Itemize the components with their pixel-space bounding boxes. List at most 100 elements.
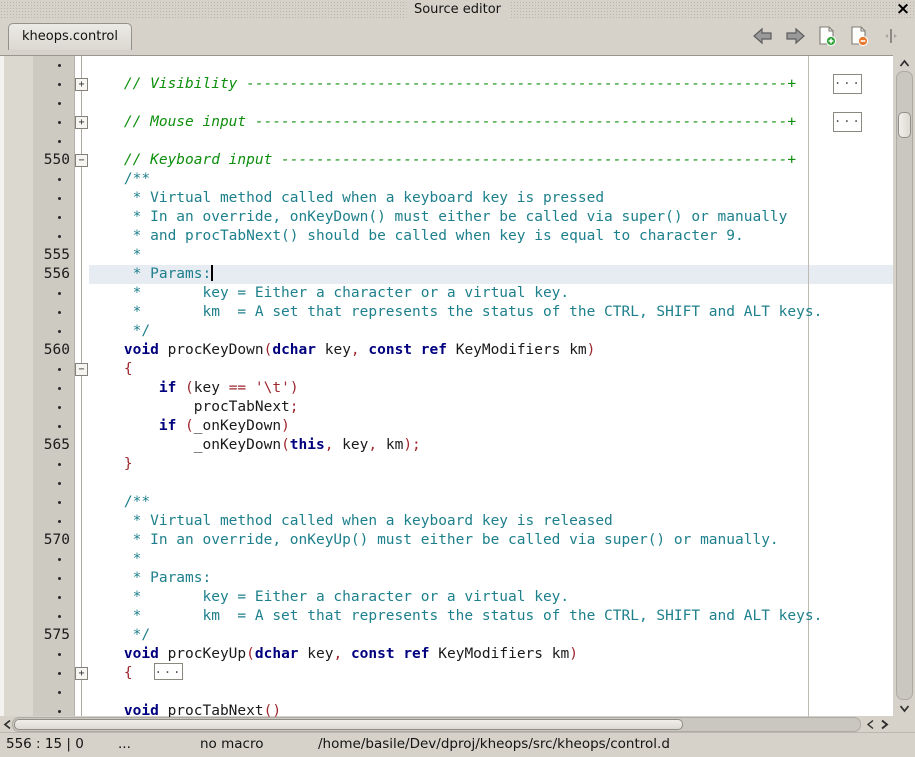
gutter-strip bbox=[0, 569, 33, 588]
code-line[interactable]: * km = A set that represents the status … bbox=[0, 303, 893, 322]
code-text[interactable]: // Keyboard input ----------------------… bbox=[89, 151, 893, 170]
code-text[interactable]: // Mouse input -------------------------… bbox=[89, 113, 893, 132]
code-text[interactable]: /** bbox=[89, 170, 893, 189]
code-text[interactable] bbox=[89, 474, 893, 493]
code-text[interactable]: _onKeyDown(this, key, km); bbox=[89, 436, 893, 455]
code-line[interactable]: 565 _onKeyDown(this, key, km); bbox=[0, 436, 893, 455]
code-line[interactable]: * Params: bbox=[0, 569, 893, 588]
new-document-button[interactable] bbox=[815, 24, 839, 48]
tab-kheops-control[interactable]: kheops.control bbox=[8, 23, 132, 50]
code-text[interactable]: * key = Either a character or a virtual … bbox=[89, 284, 893, 303]
close-icon[interactable]: × bbox=[895, 0, 911, 20]
code-text[interactable]: * Virtual method called when a keyboard … bbox=[89, 512, 893, 531]
code-line[interactable]: void procTabNext() bbox=[0, 702, 893, 717]
code-text[interactable]: if (key == '\t') bbox=[89, 379, 893, 398]
code-text[interactable]: * In an override, onKeyDown() must eithe… bbox=[89, 208, 893, 227]
code-text[interactable]: * Params: bbox=[89, 569, 893, 588]
code-text[interactable] bbox=[89, 56, 893, 75]
code-line[interactable] bbox=[0, 94, 893, 113]
code-text[interactable]: * In an override, onKeyUp() must either … bbox=[89, 531, 893, 550]
code-text[interactable]: * key = Either a character or a virtual … bbox=[89, 588, 893, 607]
code-line[interactable]: if (key == '\t') bbox=[0, 379, 893, 398]
code-text[interactable]: * bbox=[89, 246, 893, 265]
code-line[interactable]: + {... bbox=[0, 664, 893, 683]
code-line[interactable]: /** bbox=[0, 493, 893, 512]
vertical-scroll-thumb[interactable] bbox=[898, 112, 911, 138]
code-line[interactable] bbox=[0, 474, 893, 493]
fold-collapse-icon[interactable]: − bbox=[75, 363, 88, 376]
code-line[interactable] bbox=[0, 683, 893, 702]
collapsed-code-icon[interactable]: ... bbox=[833, 74, 862, 94]
fold-collapse-icon[interactable]: − bbox=[75, 154, 88, 167]
code-text[interactable]: {... bbox=[89, 664, 893, 683]
code-line[interactable] bbox=[0, 56, 893, 75]
fold-expand-icon[interactable]: + bbox=[75, 78, 88, 91]
vertical-scrollbar[interactable] bbox=[893, 55, 915, 716]
code-line[interactable]: */ bbox=[0, 322, 893, 341]
code-line[interactable]: * bbox=[0, 550, 893, 569]
code-text[interactable]: * km = A set that represents the status … bbox=[89, 303, 893, 322]
code-line[interactable]: /** bbox=[0, 170, 893, 189]
vertical-scroll-track[interactable] bbox=[896, 71, 913, 700]
code-text[interactable]: if (_onKeyDown) bbox=[89, 417, 893, 436]
fold-margin bbox=[75, 455, 89, 474]
code-text[interactable] bbox=[89, 132, 893, 151]
collapsed-code-icon[interactable]: ... bbox=[154, 663, 183, 680]
code-text[interactable]: procTabNext; bbox=[89, 398, 893, 417]
code-text[interactable]: */ bbox=[89, 626, 893, 645]
code-line[interactable]: 556 * Params: bbox=[0, 265, 893, 284]
code-text[interactable]: * km = A set that represents the status … bbox=[89, 607, 893, 626]
code-line[interactable]: void procKeyUp(dchar key, const ref KeyM… bbox=[0, 645, 893, 664]
horizontal-scrollbar[interactable] bbox=[0, 716, 893, 732]
code-text[interactable]: { bbox=[89, 360, 893, 379]
fold-expand-icon[interactable]: + bbox=[75, 667, 88, 680]
code-line[interactable]: * key = Either a character or a virtual … bbox=[0, 588, 893, 607]
code-editor[interactable]: + // Visibility ------------------------… bbox=[0, 55, 893, 717]
line-dot-icon bbox=[58, 330, 61, 333]
scroll-down-icon[interactable] bbox=[893, 700, 915, 716]
code-line[interactable]: 575 */ bbox=[0, 626, 893, 645]
code-text[interactable] bbox=[89, 683, 893, 702]
code-text[interactable]: // Visibility --------------------------… bbox=[89, 75, 893, 94]
fold-expand-icon[interactable]: + bbox=[75, 116, 88, 129]
scroll-right-icon[interactable] bbox=[877, 716, 891, 732]
code-line[interactable]: * In an override, onKeyDown() must eithe… bbox=[0, 208, 893, 227]
code-text[interactable]: void procKeyUp(dchar key, const ref KeyM… bbox=[89, 645, 893, 664]
code-line[interactable]: * Virtual method called when a keyboard … bbox=[0, 189, 893, 208]
code-line[interactable]: if (_onKeyDown) bbox=[0, 417, 893, 436]
code-text[interactable]: * Virtual method called when a keyboard … bbox=[89, 189, 893, 208]
horizontal-scroll-thumb[interactable] bbox=[14, 719, 683, 730]
code-line[interactable]: − { bbox=[0, 360, 893, 379]
code-line[interactable]: 570 * In an override, onKeyUp() must eit… bbox=[0, 531, 893, 550]
code-line[interactable]: + // Mouse input -----------------------… bbox=[0, 113, 893, 132]
detach-split-button[interactable] bbox=[879, 24, 903, 48]
code-line[interactable]: 560 void procKeyDown(dchar key, const re… bbox=[0, 341, 893, 360]
code-text[interactable]: * and procTabNext() should be called whe… bbox=[89, 227, 893, 246]
code-line[interactable]: procTabNext; bbox=[0, 398, 893, 417]
close-document-button[interactable] bbox=[847, 24, 871, 48]
collapsed-code-icon[interactable]: ... bbox=[833, 112, 862, 132]
go-back-button[interactable] bbox=[751, 24, 775, 48]
code-line[interactable] bbox=[0, 132, 893, 151]
code-line[interactable]: * and procTabNext() should be called whe… bbox=[0, 227, 893, 246]
code-line[interactable]: 555 * bbox=[0, 246, 893, 265]
code-text[interactable]: /** bbox=[89, 493, 893, 512]
title-bar[interactable]: Source editor × bbox=[0, 0, 915, 20]
code-line[interactable]: * key = Either a character or a virtual … bbox=[0, 284, 893, 303]
code-text[interactable]: */ bbox=[89, 322, 893, 341]
code-line[interactable]: + // Visibility ------------------------… bbox=[0, 75, 893, 94]
code-text[interactable] bbox=[89, 94, 893, 113]
code-text[interactable]: void procKeyDown(dchar key, const ref Ke… bbox=[89, 341, 893, 360]
code-text[interactable]: } bbox=[89, 455, 893, 474]
horizontal-scroll-track[interactable] bbox=[12, 717, 861, 732]
code-line[interactable]: 550− // Keyboard input -----------------… bbox=[0, 151, 893, 170]
code-text[interactable]: * Params: bbox=[89, 265, 893, 284]
code-line[interactable]: * Virtual method called when a keyboard … bbox=[0, 512, 893, 531]
code-text[interactable]: void procTabNext() bbox=[89, 702, 893, 717]
code-text[interactable]: * bbox=[89, 550, 893, 569]
go-forward-button[interactable] bbox=[783, 24, 807, 48]
scroll-left-end-icon[interactable] bbox=[863, 716, 877, 732]
code-line[interactable]: } bbox=[0, 455, 893, 474]
scroll-up-icon[interactable] bbox=[893, 55, 915, 71]
code-line[interactable]: * km = A set that represents the status … bbox=[0, 607, 893, 626]
